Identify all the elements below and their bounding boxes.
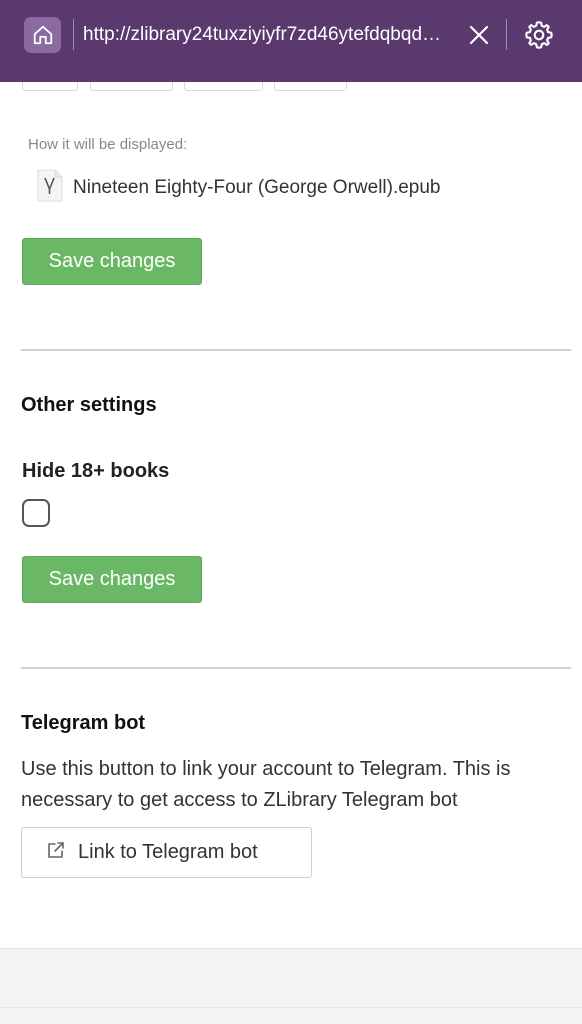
close-button[interactable] — [466, 22, 492, 48]
toolbar-separator — [506, 19, 507, 50]
home-button[interactable] — [24, 17, 61, 53]
partial-option-button[interactable] — [90, 82, 173, 91]
epub-file-icon — [37, 169, 63, 202]
url-separator — [73, 19, 74, 50]
link-telegram-button[interactable]: Link to Telegram bot — [21, 827, 312, 878]
section-divider — [21, 667, 571, 669]
browser-toolbar: http://zlibrary24tuxziyiyfr7zd46ytefdqbq… — [0, 0, 582, 82]
footer-divider — [0, 1007, 582, 1008]
url-field[interactable]: http://zlibrary24tuxziyiyfr7zd46ytefdqbq… — [83, 23, 445, 47]
section-divider — [21, 349, 571, 351]
hide-adult-books-label: Hide 18+ books — [22, 460, 170, 482]
telegram-bot-heading: Telegram bot — [21, 712, 146, 734]
telegram-bot-description: Use this button to link your account to … — [21, 758, 511, 811]
external-link-icon — [48, 841, 64, 858]
save-other-settings-button[interactable]: Save changes — [22, 556, 202, 603]
save-changes-button[interactable]: Save changes — [22, 238, 202, 285]
page-footer — [0, 948, 582, 1024]
home-icon — [33, 25, 52, 45]
file-name-preview: Nineteen Eighty-Four (George Orwell).epu… — [73, 177, 441, 198]
partial-option-button[interactable] — [274, 82, 347, 91]
close-icon — [469, 25, 489, 45]
other-settings-heading: Other settings — [21, 394, 157, 416]
hide-adult-books-checkbox[interactable] — [22, 499, 50, 527]
link-telegram-label: Link to Telegram bot — [78, 841, 258, 863]
settings-button[interactable] — [523, 19, 555, 51]
partial-option-button[interactable] — [22, 82, 78, 91]
gear-icon — [525, 21, 553, 49]
preview-label: How it will be displayed: — [28, 136, 188, 153]
partial-option-button[interactable] — [184, 82, 263, 91]
